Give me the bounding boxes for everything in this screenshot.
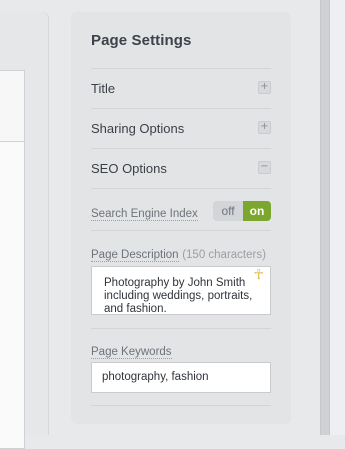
page-preview-card xyxy=(0,70,25,449)
section-title[interactable]: Title + xyxy=(91,68,271,109)
expand-icon[interactable]: + xyxy=(258,121,271,134)
page-keywords-value: photography, fashion xyxy=(102,371,209,383)
section-sharing-options[interactable]: Sharing Options + xyxy=(91,108,271,149)
page-settings-panel: Page Settings Title + Sharing Options + … xyxy=(71,12,291,424)
page-description-row: Page Description (150 characters) Photog… xyxy=(91,230,271,329)
page-keywords-label: Page Keywords xyxy=(91,346,172,359)
page-keywords-row: Page Keywords photography, fashion xyxy=(91,328,271,406)
search-engine-index-row: Search Engine Index off on xyxy=(91,188,271,231)
section-seo-options[interactable]: SEO Options − xyxy=(91,148,271,189)
editor-canvas-panel xyxy=(0,12,48,449)
page-description-value: Photography by John Smith including wedd… xyxy=(104,277,253,315)
switch-off[interactable]: off xyxy=(213,201,243,221)
panel-title: Page Settings xyxy=(91,32,192,49)
search-engine-index-label: Search Engine Index xyxy=(91,208,198,221)
section-title-label: Title xyxy=(91,81,116,96)
search-engine-index-switch[interactable]: off on xyxy=(213,201,271,221)
scrollbar[interactable] xyxy=(320,0,330,435)
page-description-label: Page Description xyxy=(91,249,179,262)
section-seo-label: SEO Options xyxy=(91,161,167,176)
page-keywords-input[interactable]: photography, fashion xyxy=(91,362,271,393)
switch-on[interactable]: on xyxy=(243,201,271,221)
page-description-hint: (150 characters) xyxy=(182,249,266,261)
window-edge xyxy=(330,0,345,435)
ankh-resize-handle-icon[interactable]: ☥ xyxy=(254,267,264,283)
page-preview-header xyxy=(0,71,24,142)
section-sharing-label: Sharing Options xyxy=(91,121,185,136)
expand-icon[interactable]: + xyxy=(258,81,271,94)
collapse-icon[interactable]: − xyxy=(258,161,271,174)
page-description-textarea[interactable]: Photography by John Smith including wedd… xyxy=(91,266,271,315)
